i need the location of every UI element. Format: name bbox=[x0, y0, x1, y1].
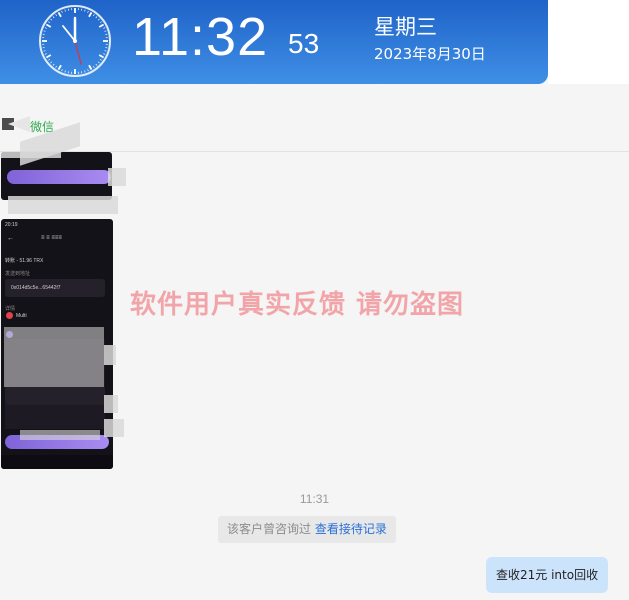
clock-tick bbox=[95, 63, 98, 66]
phone-address-label: 发送到地址 bbox=[5, 271, 31, 277]
header-blank-area bbox=[548, 0, 629, 84]
clock-tick bbox=[48, 21, 51, 24]
clock-tick bbox=[99, 58, 102, 61]
phone-address: 0x014d5c5e...65442f7 bbox=[11, 285, 61, 291]
clock-tick bbox=[57, 11, 62, 18]
clock-tick bbox=[48, 58, 51, 61]
clock-tick bbox=[84, 9, 86, 12]
phone-back-icon: ← bbox=[7, 235, 14, 242]
phone-network: Multi bbox=[16, 313, 27, 319]
clock-tick bbox=[57, 64, 62, 71]
clock-header: 11:32 53 星期三 2023年8月30日 bbox=[0, 0, 548, 84]
redacted-mark bbox=[2, 116, 30, 132]
redaction-mask bbox=[4, 327, 104, 387]
analog-clock-icon bbox=[39, 5, 111, 77]
clock-tick bbox=[44, 27, 47, 29]
clock-tick bbox=[97, 18, 100, 21]
clock-tick bbox=[45, 54, 52, 59]
clock-tick bbox=[104, 50, 107, 52]
clock-tick bbox=[92, 65, 95, 68]
clock-tick bbox=[104, 30, 107, 32]
clock-tick bbox=[52, 16, 55, 19]
chat-image-1[interactable] bbox=[1, 152, 112, 200]
clock-tick bbox=[99, 21, 102, 24]
clock-tick bbox=[55, 65, 58, 68]
clock-tick bbox=[88, 11, 93, 18]
clock-tick bbox=[84, 70, 86, 73]
clock-tick bbox=[87, 10, 89, 13]
phone-hash-box bbox=[5, 387, 105, 405]
message-timestamp: 11:31 bbox=[299, 492, 330, 506]
phone-address-box: 0x014d5c5e...65442f7 bbox=[5, 279, 105, 297]
view-reception-record-link[interactable]: 查看接待记录 bbox=[315, 522, 387, 536]
redaction-mask bbox=[104, 345, 116, 365]
watermark-text: 软件用户真实反馈 请勿盗图 bbox=[130, 290, 465, 320]
clock-tick bbox=[92, 14, 95, 17]
clock-tick bbox=[55, 14, 58, 17]
redaction-mask bbox=[104, 419, 124, 437]
clock-time: 11:32 bbox=[132, 7, 269, 67]
phone-network-icon bbox=[6, 312, 13, 319]
redacted-bar bbox=[7, 170, 111, 184]
clock-date: 2023年8月30日 bbox=[374, 45, 486, 63]
clock-tick bbox=[64, 70, 66, 73]
phone-status-time: 20:19 bbox=[5, 222, 18, 228]
clock-tick bbox=[50, 18, 53, 21]
clock-tick bbox=[43, 30, 46, 32]
clock-tick bbox=[45, 23, 52, 28]
redaction-mask bbox=[8, 196, 118, 214]
clock-tick bbox=[43, 50, 46, 52]
clock-tick bbox=[103, 53, 106, 55]
chat-tab-bar: 微信 bbox=[0, 84, 629, 152]
clock-tick bbox=[61, 69, 63, 72]
clock-tick bbox=[64, 9, 66, 12]
clock-tick bbox=[97, 61, 100, 64]
clock-weekday: 星期三 bbox=[374, 15, 437, 39]
clock-tick bbox=[52, 63, 55, 66]
redaction-mask bbox=[20, 430, 100, 440]
phone-amount: 转账 - 51.96 TRX bbox=[5, 258, 44, 264]
clock-tick bbox=[98, 23, 105, 28]
clock-tick bbox=[98, 54, 105, 59]
clock-seconds: 53 bbox=[288, 28, 320, 59]
clock-tick bbox=[50, 61, 53, 64]
system-notice: 该客户曾咨询过 查看接待记录 bbox=[218, 516, 396, 543]
clock-tick bbox=[88, 64, 93, 71]
redaction-mask bbox=[104, 395, 118, 413]
phone-detail-label: 详情 bbox=[5, 306, 16, 312]
clock-tick bbox=[87, 69, 89, 72]
redaction-mask bbox=[108, 168, 126, 186]
clock-tick bbox=[44, 53, 47, 55]
clock-tick bbox=[103, 27, 106, 29]
clock-tick bbox=[95, 16, 98, 19]
phone-title: ≡ ≡ ≡≡≡ bbox=[41, 235, 62, 241]
system-notice-text: 该客户曾咨询过 bbox=[227, 522, 312, 536]
clock-tick bbox=[61, 10, 63, 13]
outgoing-message-bubble[interactable]: 查收21元 into回收 bbox=[486, 557, 609, 593]
phone-nav-bar bbox=[1, 455, 113, 469]
